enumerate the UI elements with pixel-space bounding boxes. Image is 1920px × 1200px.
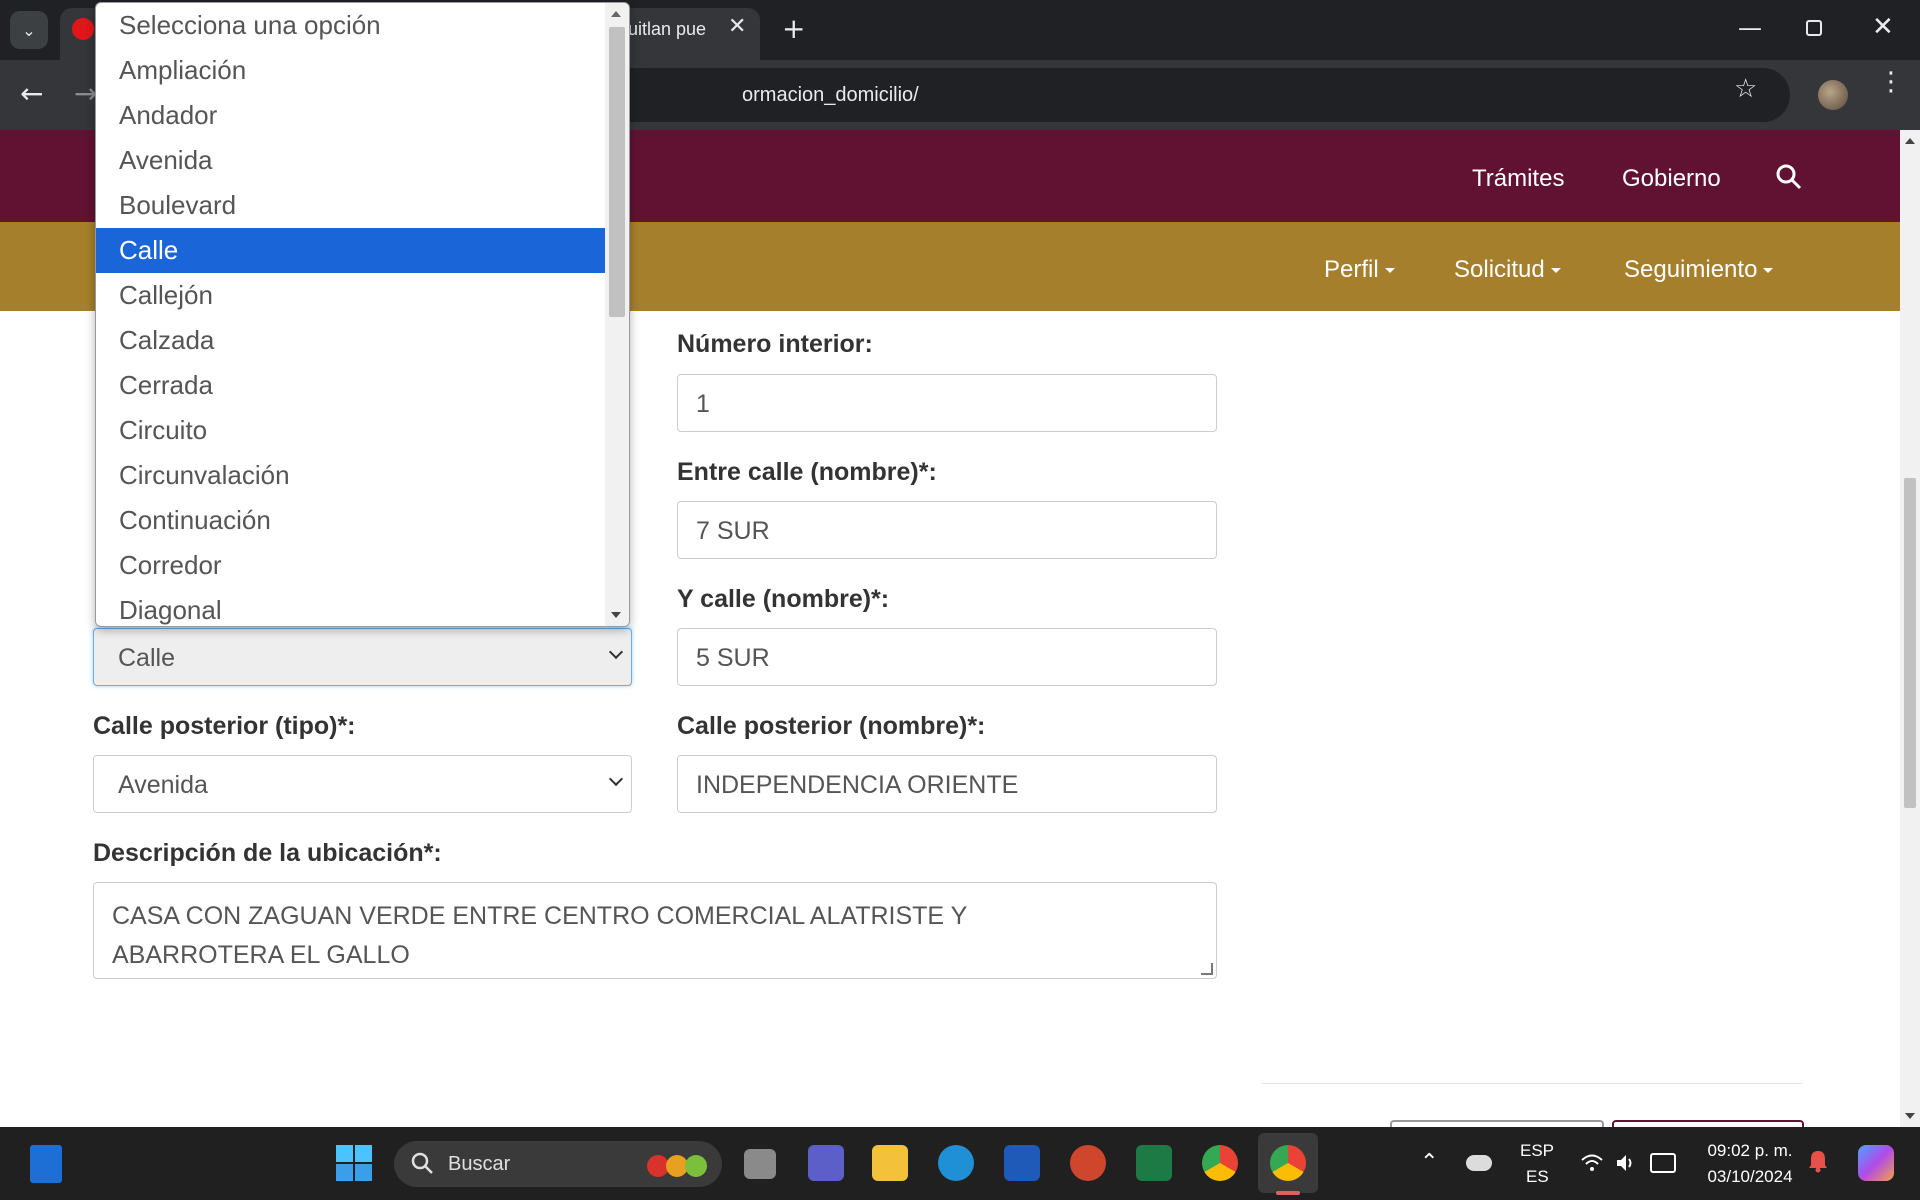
- entre-calle-label: Entre calle (nombre)*:: [677, 458, 937, 486]
- new-tab-button[interactable]: +: [782, 12, 805, 45]
- volume-icon[interactable]: [1614, 1151, 1638, 1175]
- dropdown-option[interactable]: Circuito: [96, 408, 606, 453]
- dropdown-option[interactable]: Avenida: [96, 138, 606, 183]
- scroll-up-icon[interactable]: [611, 11, 621, 17]
- chrome-icon[interactable]: [1202, 1145, 1238, 1181]
- dropdown-option[interactable]: Cerrada: [96, 363, 606, 408]
- calle-posterior-nombre-label: Calle posterior (nombre)*:: [677, 712, 986, 740]
- battery-icon[interactable]: [1650, 1153, 1676, 1173]
- tab-close-icon[interactable]: ✕: [728, 14, 746, 39]
- active-app-indicator: [1276, 1191, 1300, 1195]
- profile-avatar[interactable]: [1818, 80, 1848, 110]
- scroll-down-icon[interactable]: [1905, 1113, 1915, 1119]
- caret-down-icon: [1763, 268, 1774, 274]
- entre-calle-input[interactable]: 7 SUR: [677, 501, 1217, 559]
- url-text[interactable]: ormacion_domicilio/: [742, 84, 919, 107]
- section-divider: [1262, 1083, 1802, 1084]
- descripcion-label: Descripción de la ubicación*:: [93, 839, 442, 867]
- widgets-icon[interactable]: [30, 1145, 62, 1183]
- chevron-down-icon: ⌄: [22, 20, 36, 40]
- apples-icon: [644, 1150, 710, 1178]
- windows-taskbar: Buscar ⌃ ESP ES 09:02 p. m. 03/10/2024: [0, 1127, 1920, 1200]
- chevron-down-icon: [608, 644, 624, 660]
- scroll-down-icon[interactable]: [611, 612, 621, 618]
- bookmark-star-icon[interactable]: ☆: [1734, 74, 1757, 104]
- excel-icon[interactable]: [1136, 1145, 1172, 1181]
- browser-menu-icon[interactable]: ⋮: [1878, 69, 1904, 95]
- page-scrollbar[interactable]: [1900, 130, 1920, 1127]
- page-scroll-thumb[interactable]: [1904, 478, 1916, 808]
- dropdown-option[interactable]: Andador: [96, 93, 606, 138]
- copilot-icon[interactable]: [1858, 1145, 1894, 1181]
- calle-posterior-tipo-select[interactable]: Avenida: [93, 755, 632, 813]
- calle-posterior-nombre-input[interactable]: INDEPENDENCIA ORIENTE: [677, 755, 1217, 813]
- windows-start-icon[interactable]: [336, 1145, 372, 1181]
- tab-title[interactable]: uitlan pue: [628, 19, 706, 40]
- menu-seguimiento[interactable]: Seguimiento: [1624, 256, 1774, 284]
- input-language-top[interactable]: ESP: [1520, 1141, 1554, 1161]
- search-icon[interactable]: [1776, 164, 1802, 194]
- caret-down-icon: [1550, 268, 1561, 274]
- resize-handle-icon[interactable]: [1201, 963, 1213, 975]
- word-icon[interactable]: [1004, 1145, 1040, 1181]
- dropdown-scroll-thumb[interactable]: [609, 27, 625, 317]
- onedrive-icon[interactable]: [1466, 1155, 1492, 1171]
- edge-icon[interactable]: [938, 1145, 974, 1181]
- teams-icon[interactable]: [808, 1145, 844, 1181]
- dropdown-option[interactable]: Circunvalación: [96, 453, 606, 498]
- dropdown-option-selected[interactable]: Calle: [96, 228, 606, 273]
- clock-date[interactable]: 03/10/2024: [1700, 1167, 1800, 1187]
- taskbar-search[interactable]: Buscar: [394, 1141, 722, 1187]
- back-arrow-icon[interactable]: ←: [20, 77, 43, 110]
- descripcion-line-1: CASA CON ZAGUAN VERDE ENTRE CENTRO COMER…: [112, 902, 968, 930]
- restore-window-icon[interactable]: [1806, 20, 1822, 36]
- input-language-bottom[interactable]: ES: [1526, 1167, 1549, 1187]
- forward-arrow-icon[interactable]: →: [74, 77, 97, 110]
- minimize-window-icon[interactable]: —: [1738, 14, 1762, 42]
- clock-time[interactable]: 09:02 p. m.: [1700, 1141, 1800, 1161]
- file-explorer-icon[interactable]: [872, 1145, 908, 1181]
- nav-link-gobierno[interactable]: Gobierno: [1622, 165, 1721, 193]
- chrome-profile-icon[interactable]: [1270, 1145, 1306, 1181]
- close-window-icon[interactable]: ✕: [1872, 12, 1894, 42]
- tab-favicon-icon: [72, 18, 94, 40]
- taskbar-search-placeholder: Buscar: [448, 1153, 511, 1175]
- descripcion-textarea[interactable]: CASA CON ZAGUAN VERDE ENTRE CENTRO COMER…: [93, 882, 1217, 979]
- y-calle-tipo-select[interactable]: Calle: [93, 628, 632, 686]
- calle-posterior-tipo-label: Calle posterior (tipo)*:: [93, 712, 356, 740]
- menu-seguimiento-label: Seguimiento: [1624, 256, 1758, 283]
- y-calle-tipo-value: Calle: [118, 644, 175, 672]
- dropdown-option[interactable]: Selecciona una opción: [96, 3, 606, 48]
- menu-solicitud-label: Solicitud: [1454, 256, 1545, 283]
- descripcion-line-2: ABARROTERA EL GALLO: [112, 941, 410, 969]
- calle-posterior-tipo-value: Avenida: [118, 771, 208, 799]
- numero-interior-input[interactable]: 1: [677, 374, 1217, 432]
- dropdown-option[interactable]: Callejón: [96, 273, 606, 318]
- scroll-up-icon[interactable]: [1905, 138, 1915, 144]
- tray-overflow-icon[interactable]: ⌃: [1420, 1149, 1438, 1175]
- wifi-icon[interactable]: [1580, 1151, 1604, 1175]
- tab-search-button[interactable]: ⌄: [10, 11, 48, 49]
- dropdown-option[interactable]: Continuación: [96, 498, 606, 543]
- caret-down-icon: [1384, 268, 1395, 274]
- dropdown-option[interactable]: Boulevard: [96, 183, 606, 228]
- y-calle-input[interactable]: 5 SUR: [677, 628, 1217, 686]
- menu-solicitud[interactable]: Solicitud: [1454, 256, 1561, 284]
- numero-interior-label: Número interior:: [677, 330, 873, 358]
- chevron-down-icon: [608, 771, 624, 787]
- search-icon: [410, 1151, 434, 1179]
- nav-link-tramites[interactable]: Trámites: [1472, 165, 1564, 193]
- y-calle-label: Y calle (nombre)*:: [677, 585, 890, 613]
- dropdown-option[interactable]: Corredor: [96, 543, 606, 588]
- menu-perfil-label: Perfil: [1324, 256, 1379, 283]
- dropdown-option[interactable]: Diagonal: [96, 588, 606, 626]
- street-type-dropdown-list: Selecciona una opción Ampliación Andador…: [95, 2, 630, 627]
- task-view-icon[interactable]: [744, 1149, 776, 1179]
- dropdown-option[interactable]: Calzada: [96, 318, 606, 363]
- dropdown-option[interactable]: Ampliación: [96, 48, 606, 93]
- dropdown-scrollbar[interactable]: [605, 3, 629, 626]
- powerpoint-icon[interactable]: [1070, 1145, 1106, 1181]
- notification-bell-icon[interactable]: [1808, 1149, 1828, 1173]
- menu-perfil[interactable]: Perfil: [1324, 256, 1395, 284]
